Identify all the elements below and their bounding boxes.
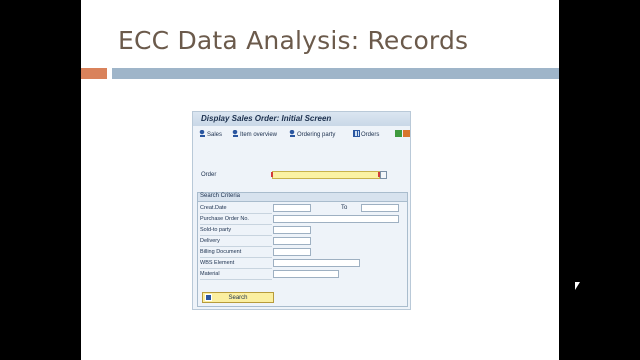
toolbar-item-overview-button[interactable]: Item overview xyxy=(232,130,277,138)
accent-bar-blue xyxy=(112,68,559,79)
order-input[interactable] xyxy=(272,171,380,179)
search-criteria-header: Search Criteria xyxy=(198,193,407,202)
tree-icon xyxy=(403,130,410,137)
creat-date-from-input[interactable] xyxy=(273,204,311,212)
delivery-label: Delivery xyxy=(200,237,272,247)
billing-document-input[interactable] xyxy=(273,248,311,256)
search-button-label: Search xyxy=(228,295,248,301)
sap-screen-title: Display Sales Order: Initial Screen xyxy=(201,114,332,123)
creat-date-to-input[interactable] xyxy=(361,204,399,212)
sap-toolbar: Sales Item overview Ordering party Order… xyxy=(193,128,410,141)
toolbar-sales-label: Sales xyxy=(207,132,223,138)
slide: ECC Data Analysis: Records Display Sales… xyxy=(81,0,559,360)
order-label: Order xyxy=(201,172,217,178)
search-criteria-title: Search Criteria xyxy=(200,193,241,199)
sales-icon xyxy=(199,130,206,137)
purchase-order-label: Purchase Order No. xyxy=(200,215,272,225)
date-to-label: To xyxy=(341,205,348,211)
creat-date-label: Creat.Date xyxy=(200,204,272,214)
accent-bar-orange xyxy=(81,68,107,79)
required-marker-left xyxy=(271,172,273,177)
toolbar-sales-button[interactable]: Sales xyxy=(199,130,222,138)
billing-document-label: Billing Document xyxy=(200,248,272,258)
sap-title-bar: Display Sales Order: Initial Screen xyxy=(193,112,410,126)
toolbar-orders-button[interactable]: Orders xyxy=(353,130,379,138)
wbs-element-input[interactable] xyxy=(273,259,360,267)
orders-grid-icon xyxy=(353,130,360,137)
order-search-help-button[interactable] xyxy=(380,171,387,179)
mouse-pointer-icon xyxy=(575,282,580,290)
slide-title: ECC Data Analysis: Records xyxy=(118,26,469,55)
purchase-order-input[interactable] xyxy=(273,215,399,223)
sold-to-party-label: Sold-to party xyxy=(200,226,272,236)
toolbar-extra-buttons[interactable] xyxy=(395,130,411,138)
item-overview-icon xyxy=(232,130,239,137)
search-criteria-group: Search Criteria Creat.Date To Purchase O… xyxy=(197,192,408,307)
sold-to-party-input[interactable] xyxy=(273,226,311,234)
toolbar-orders-label: Orders xyxy=(361,132,380,138)
ordering-party-icon xyxy=(289,130,296,137)
toolbar-ordering-party-label: Ordering party xyxy=(297,132,336,138)
variant-icon xyxy=(395,130,402,137)
wbs-element-label: WBS Element xyxy=(200,259,272,269)
sap-window: Display Sales Order: Initial Screen Sale… xyxy=(192,111,411,310)
material-input[interactable] xyxy=(273,270,339,278)
search-button[interactable]: Search xyxy=(202,292,274,303)
toolbar-item-overview-label: Item overview xyxy=(240,132,278,138)
toolbar-ordering-party-button[interactable]: Ordering party xyxy=(289,130,335,138)
delivery-input[interactable] xyxy=(273,237,311,245)
material-label: Material xyxy=(200,270,272,280)
